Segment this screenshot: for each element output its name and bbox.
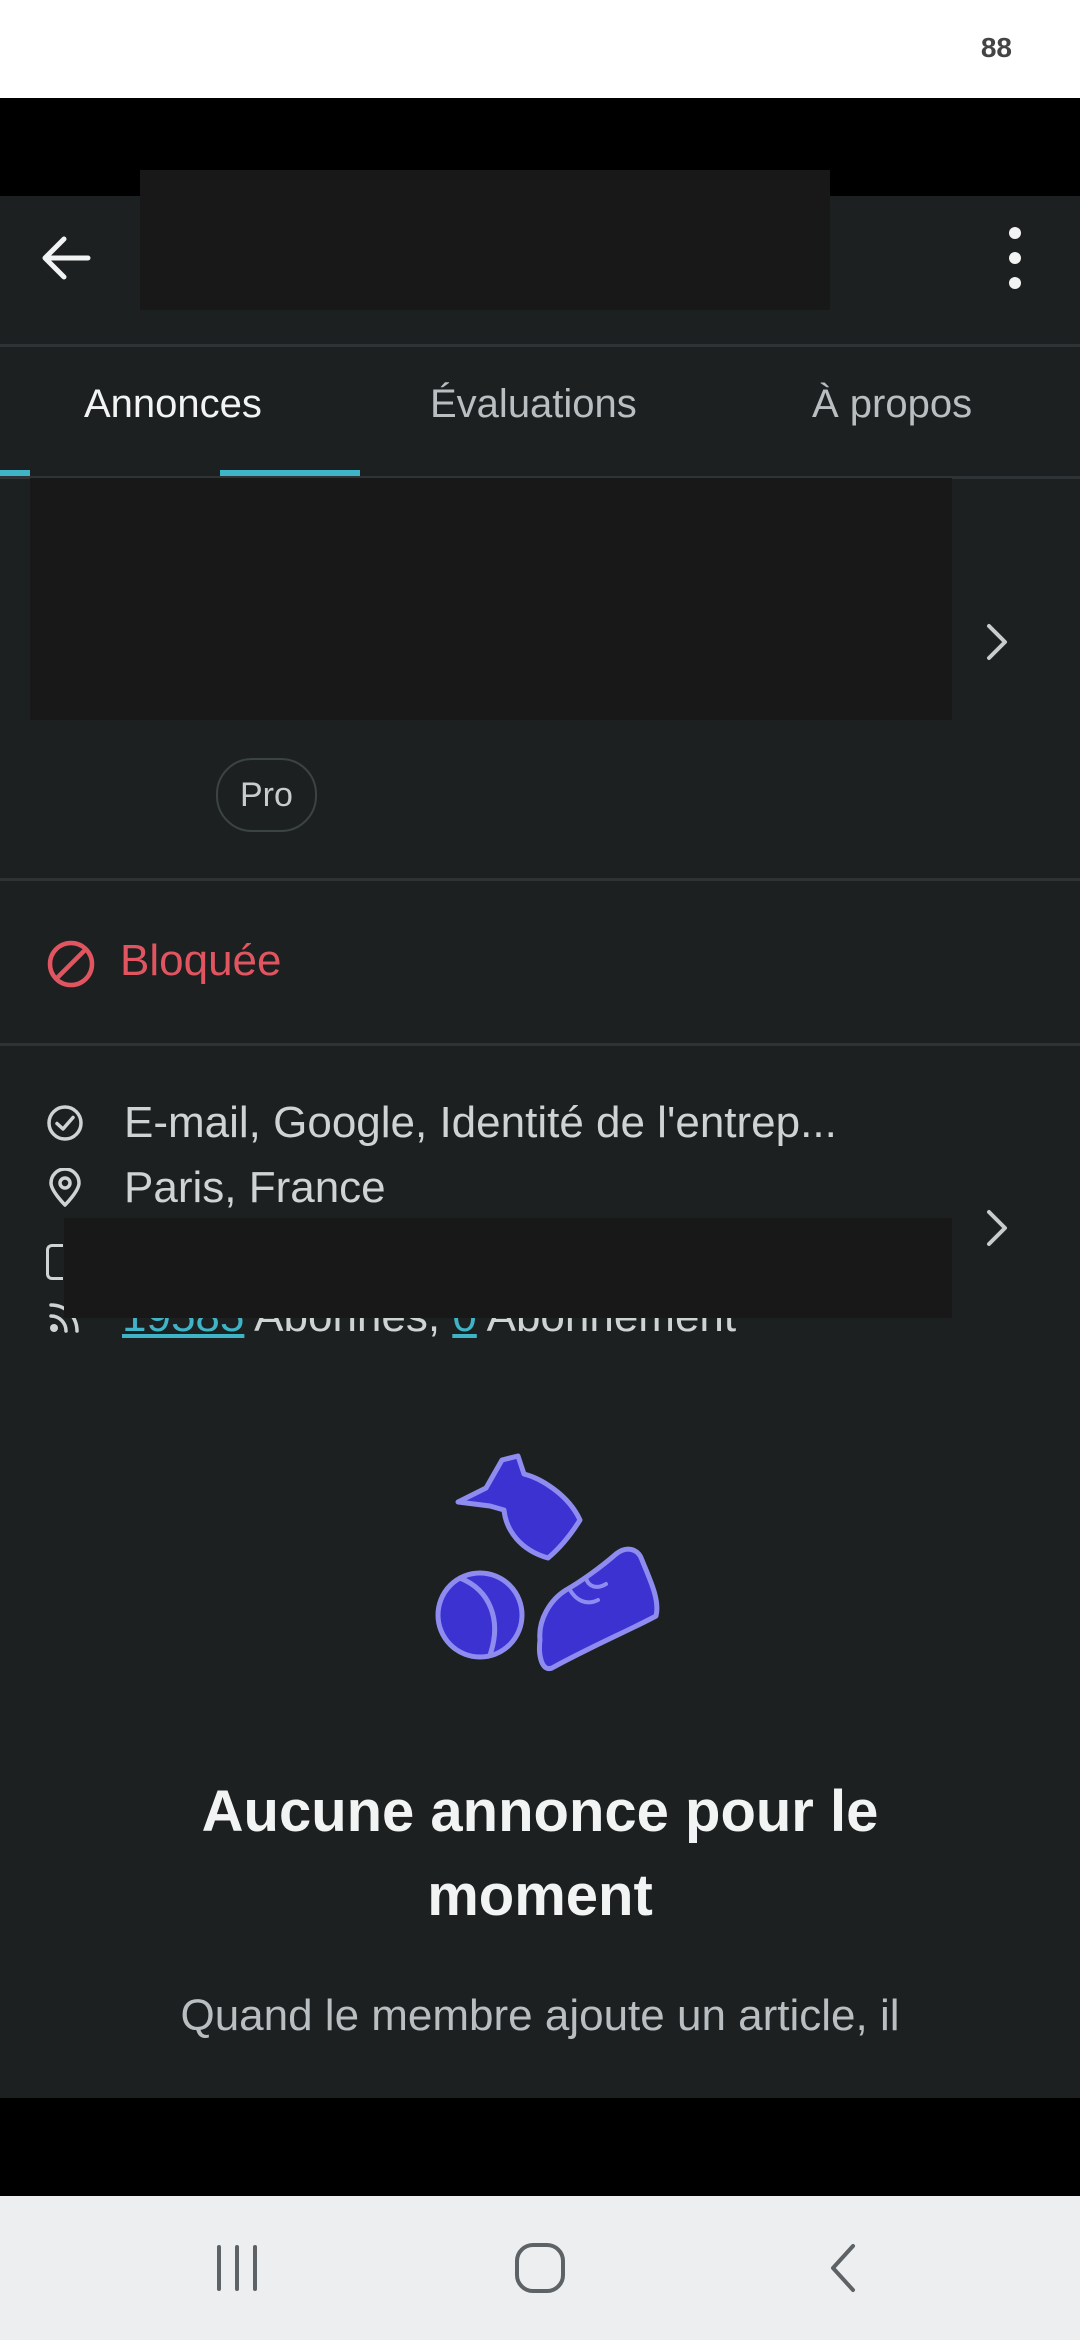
- location-pin-icon: [49, 1168, 81, 1207]
- tab-evaluations[interactable]: Évaluations: [430, 382, 637, 427]
- location-row: Paris, France: [46, 1163, 386, 1213]
- bottom-blank-band: [0, 2098, 1080, 2196]
- chevron-left-icon: [831, 2244, 855, 2292]
- chevron-right-icon[interactable]: [980, 620, 1014, 669]
- empty-items-illustration-icon: [435, 1453, 660, 1672]
- clock-icon: [46, 1244, 63, 1280]
- divider: [0, 878, 1080, 881]
- active-tab-indicator: [220, 470, 360, 476]
- recent-apps-button[interactable]: [197, 2236, 277, 2300]
- more-options-button[interactable]: [985, 222, 1045, 294]
- blocked-status-label: Bloquée: [120, 936, 282, 985]
- back-button[interactable]: [30, 222, 102, 294]
- home-button[interactable]: [500, 2236, 580, 2300]
- tab-indicator-fragment: [0, 470, 30, 476]
- profile-name-redacted: [140, 170, 830, 310]
- chevron-right-icon[interactable]: [980, 1206, 1014, 1255]
- status-bar-text: 88: [980, 32, 1012, 63]
- tab-annonces[interactable]: Annonces: [84, 382, 262, 427]
- status-bar: [0, 0, 1080, 98]
- check-circle-icon: [47, 1105, 83, 1141]
- more-vertical-icon: [1009, 227, 1021, 289]
- empty-state-subtitle-container: Quand le membre ajoute un article, il ap…: [100, 1984, 980, 2058]
- tab-bar: Annonces Évaluations À propos: [0, 346, 1080, 479]
- verified-info-row: E-mail, Google, Identité de l'entrep...: [46, 1098, 837, 1148]
- system-back-button[interactable]: [803, 2236, 883, 2300]
- arrow-left-icon: [42, 236, 91, 280]
- recent-apps-icon: [217, 2245, 257, 2291]
- verified-info-text: E-mail, Google, Identité de l'entrep...: [124, 1098, 837, 1147]
- tab-a-propos[interactable]: À propos: [812, 382, 972, 427]
- divider: [0, 1043, 1080, 1046]
- empty-state-subtitle: Quand le membre ajoute un article, il ap…: [180, 1991, 900, 2058]
- home-icon: [515, 2243, 565, 2293]
- profile-header-redacted[interactable]: [30, 478, 952, 720]
- info-row-redacted: [64, 1218, 952, 1318]
- blocked-icon: [46, 939, 96, 994]
- pro-badge: Pro: [216, 758, 317, 832]
- empty-state-title: Aucune annonce pour le moment: [201, 1779, 879, 1928]
- location-text: Paris, France: [124, 1163, 386, 1212]
